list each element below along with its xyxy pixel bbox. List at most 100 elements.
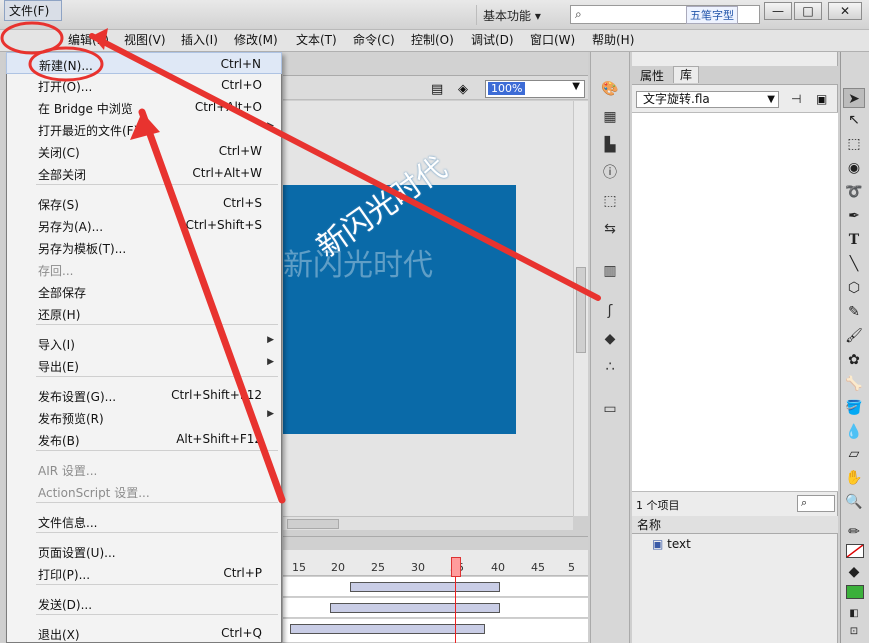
stroke-color-swatch[interactable] bbox=[846, 544, 864, 558]
motion-presets-icon[interactable]: ⇆ bbox=[600, 220, 620, 238]
submenu-arrow-icon: ▶ bbox=[267, 121, 274, 131]
edit-symbol-icon[interactable]: ▤ bbox=[431, 82, 443, 97]
menu-item-shortcut: Ctrl+Alt+W bbox=[192, 166, 262, 180]
text-tool-icon[interactable]: T bbox=[843, 230, 865, 250]
file-menu-item-publish-settings[interactable]: 发布设置(G)... Ctrl+Shift+F12 bbox=[6, 384, 282, 406]
file-menu-item-save[interactable]: 保存(S) Ctrl+S bbox=[6, 192, 282, 214]
info-icon[interactable]: ⓘ bbox=[600, 164, 620, 182]
file-menu-item-publish[interactable]: 发布(B) Alt+Shift+F12 bbox=[6, 428, 282, 450]
zoom-tool-icon[interactable]: 🔍 bbox=[843, 492, 865, 512]
tab-library[interactable]: 库 bbox=[673, 66, 700, 83]
menu-separator bbox=[36, 324, 278, 325]
file-menu-item-open[interactable]: 打开(O)... Ctrl+O bbox=[6, 74, 282, 96]
edit-scene-icon[interactable]: ◈ bbox=[458, 82, 468, 97]
minimize-button[interactable]: — bbox=[764, 2, 792, 20]
file-menu-item-save-as[interactable]: 另存为(A)... Ctrl+Shift+S bbox=[6, 214, 282, 236]
file-menu-item-exit[interactable]: 退出(X) Ctrl+Q bbox=[6, 622, 282, 643]
playhead[interactable] bbox=[451, 557, 461, 577]
menu-debug[interactable]: 调试(D) bbox=[467, 30, 518, 51]
line-tool-icon[interactable]: ╲ bbox=[843, 254, 865, 274]
transform-icon[interactable]: ⬚ bbox=[600, 192, 620, 210]
graphic-symbol-icon: ▣ bbox=[652, 537, 664, 551]
file-menu-item-new[interactable]: 新建(N)... Ctrl+N bbox=[6, 52, 282, 74]
free-transform-tool-icon[interactable]: ⬚ bbox=[843, 134, 865, 154]
file-menu-item-print[interactable]: 打印(P)... Ctrl+P bbox=[6, 562, 282, 584]
menu-insert[interactable]: 插入(I) bbox=[177, 30, 222, 51]
deco-tool-icon[interactable]: ✿ bbox=[843, 350, 865, 370]
library-column-name[interactable]: 名称 bbox=[632, 516, 838, 534]
library-search-input[interactable]: ⌕ bbox=[797, 495, 835, 512]
menu-separator bbox=[36, 614, 278, 615]
color-panel-icon[interactable]: 🎨 bbox=[600, 80, 620, 98]
timeline-tick-label: 25 bbox=[371, 561, 385, 574]
brush-tool-icon[interactable]: 🖌 bbox=[843, 326, 865, 346]
menu-file[interactable]: 文件(F) bbox=[4, 0, 62, 21]
file-menu-item-publish-preview[interactable]: 发布预览(R) ▶ bbox=[6, 406, 282, 428]
snap-icon[interactable]: ⊡ bbox=[843, 622, 865, 642]
bone-tool-icon[interactable]: 🦴 bbox=[843, 374, 865, 394]
file-menu-item-revert[interactable]: 还原(H) bbox=[6, 302, 282, 324]
subselection-tool-icon[interactable]: ↖ bbox=[843, 110, 865, 130]
3d-rotation-tool-icon[interactable]: ◉ bbox=[843, 158, 865, 178]
polystar-tool-icon[interactable]: ⬡ bbox=[843, 278, 865, 298]
align-icon[interactable]: ▙ bbox=[600, 136, 620, 154]
new-library-icon[interactable]: ▣ bbox=[816, 92, 827, 106]
library-item[interactable]: ▣ text bbox=[652, 537, 691, 551]
component-inspector-icon[interactable]: ◆ bbox=[600, 330, 620, 348]
file-menu-item-import[interactable]: 导入(I) ▶ bbox=[6, 332, 282, 354]
file-menu-item-export[interactable]: 导出(E) ▶ bbox=[6, 354, 282, 376]
close-button[interactable]: ✕ bbox=[828, 2, 862, 20]
menu-text[interactable]: 文本(T) bbox=[292, 30, 341, 51]
pencil-tool-icon[interactable]: ✎ bbox=[843, 302, 865, 322]
library-document-select[interactable]: 文字旋转.fla ▼ bbox=[636, 91, 779, 108]
zoom-select[interactable]: 100% ▼ bbox=[485, 80, 585, 98]
motion-tween-span[interactable] bbox=[330, 603, 500, 613]
hand-tool-icon[interactable]: ✋ bbox=[843, 468, 865, 488]
pen-tool-icon[interactable]: ✒ bbox=[843, 206, 865, 226]
swatches-icon[interactable]: ▦ bbox=[600, 108, 620, 126]
history-icon[interactable]: ▭ bbox=[600, 400, 620, 418]
file-menu-item-send[interactable]: 发送(D)... bbox=[6, 592, 282, 614]
menu-control[interactable]: 控制(O) bbox=[407, 30, 458, 51]
file-menu-item-save-as-template[interactable]: 另存为模板(T)... bbox=[6, 236, 282, 258]
components-icon[interactable]: ▥ bbox=[600, 262, 620, 280]
menu-edit[interactable]: 编辑(E) bbox=[64, 30, 113, 51]
file-menu-item-save-all[interactable]: 全部保存 bbox=[6, 280, 282, 302]
paint-bucket-tool-icon[interactable]: 🪣 bbox=[843, 398, 865, 418]
menu-modify[interactable]: 修改(M) bbox=[230, 30, 282, 51]
stroke-color-icon[interactable]: ✏ bbox=[843, 522, 865, 542]
menu-item-shortcut: Ctrl+Q bbox=[221, 626, 262, 640]
file-menu-item-close-all[interactable]: 全部关闭 Ctrl+Alt+W bbox=[6, 162, 282, 184]
swap-colors-icon[interactable]: ◧ bbox=[843, 604, 865, 624]
menu-window[interactable]: 窗口(W) bbox=[526, 30, 579, 51]
fill-color-swatch[interactable] bbox=[846, 585, 864, 599]
submenu-arrow-icon: ▶ bbox=[267, 357, 274, 367]
menu-help[interactable]: 帮助(H) bbox=[588, 30, 638, 51]
motion-tween-span[interactable] bbox=[350, 582, 500, 592]
workspace-switcher[interactable]: 基本功能 ▾ bbox=[476, 5, 562, 25]
eyedropper-tool-icon[interactable]: 💧 bbox=[843, 422, 865, 442]
stage-vertical-scrollbar[interactable] bbox=[573, 101, 588, 516]
menu-commands[interactable]: 命令(C) bbox=[349, 30, 399, 51]
scroll-thumb[interactable] bbox=[287, 519, 339, 529]
stage-horizontal-scrollbar[interactable] bbox=[283, 516, 573, 530]
close-icon: ✕ bbox=[839, 4, 851, 18]
file-menu-item-open-recent[interactable]: 打开最近的文件(F) ▶ bbox=[6, 118, 282, 140]
pin-icon[interactable]: ⊣ bbox=[791, 92, 801, 106]
behaviors-icon[interactable]: ∴ bbox=[600, 358, 620, 376]
eraser-tool-icon[interactable]: ▱ bbox=[843, 444, 865, 464]
scroll-thumb[interactable] bbox=[576, 267, 586, 353]
library-preview-area bbox=[632, 112, 838, 492]
menu-view[interactable]: 视图(V) bbox=[120, 30, 170, 51]
lasso-tool-icon[interactable]: ➰ bbox=[843, 182, 865, 202]
file-menu-item-close[interactable]: 关闭(C) Ctrl+W bbox=[6, 140, 282, 162]
maximize-button[interactable]: □ bbox=[794, 2, 822, 20]
file-menu-item-file-info[interactable]: 文件信息... bbox=[6, 510, 282, 532]
file-menu-item-page-setup[interactable]: 页面设置(U)... bbox=[6, 540, 282, 562]
selection-tool-icon[interactable]: ➤ bbox=[843, 88, 865, 108]
tab-properties[interactable]: 属性 bbox=[634, 68, 670, 85]
file-menu-item-browse-bridge[interactable]: 在 Bridge 中浏览 Ctrl+Alt+O bbox=[6, 96, 282, 118]
fill-color-icon[interactable]: ◆ bbox=[843, 562, 865, 582]
menu-item-label: 文件信息... bbox=[38, 516, 98, 530]
actions-icon[interactable]: ʃ bbox=[600, 302, 620, 320]
